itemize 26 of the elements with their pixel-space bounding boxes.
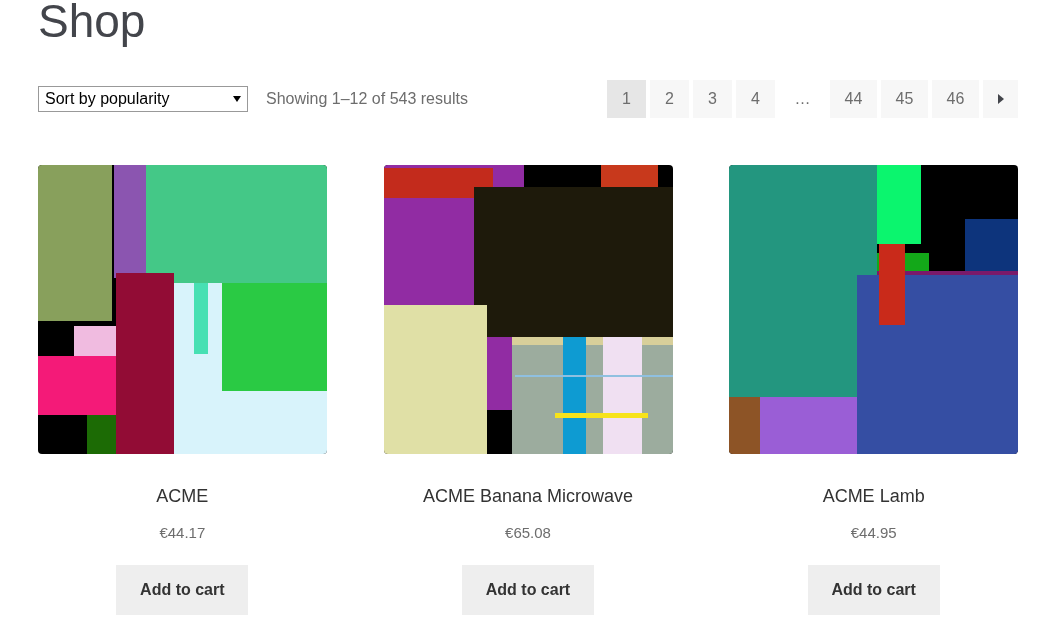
add-to-cart-button[interactable]: Add to cart (116, 564, 249, 615)
product-name[interactable]: ACME (156, 483, 209, 510)
add-to-cart-button[interactable]: Add to cart (462, 564, 594, 615)
page-link[interactable]: 1 (607, 80, 646, 118)
page-title: Shop (38, 0, 147, 49)
product-name[interactable]: ACME Lamb (822, 483, 925, 510)
product-price: €44.95 (850, 523, 897, 543)
next-page-button[interactable] (983, 80, 1018, 118)
page-link[interactable]: 45 (881, 80, 928, 118)
product-name[interactable]: ACME Banana Microwave (422, 483, 634, 510)
add-to-cart-button[interactable]: Add to cart (807, 564, 940, 615)
product-image-drawing[interactable] (729, 165, 1019, 454)
page-link[interactable]: 44 (830, 80, 877, 118)
next-arrow-icon (997, 94, 1004, 104)
page-link[interactable]: 46 (932, 80, 979, 118)
product-image-drawing[interactable] (37, 165, 327, 454)
page-link[interactable]: 4 (736, 80, 775, 118)
page-link[interactable]: 3 (693, 80, 732, 118)
product-price: €65.08 (505, 523, 551, 543)
dropdown-caret-icon (233, 96, 241, 102)
product-price: €44.17 (159, 523, 206, 543)
sort-select[interactable]: Sort by popularity (38, 86, 248, 112)
product-image-drawing[interactable] (383, 165, 673, 454)
page-link[interactable]: 2 (650, 80, 689, 118)
result-count: Showing 1–12 of 543 results (266, 89, 468, 109)
pagination-ellipsis: … (793, 89, 812, 109)
